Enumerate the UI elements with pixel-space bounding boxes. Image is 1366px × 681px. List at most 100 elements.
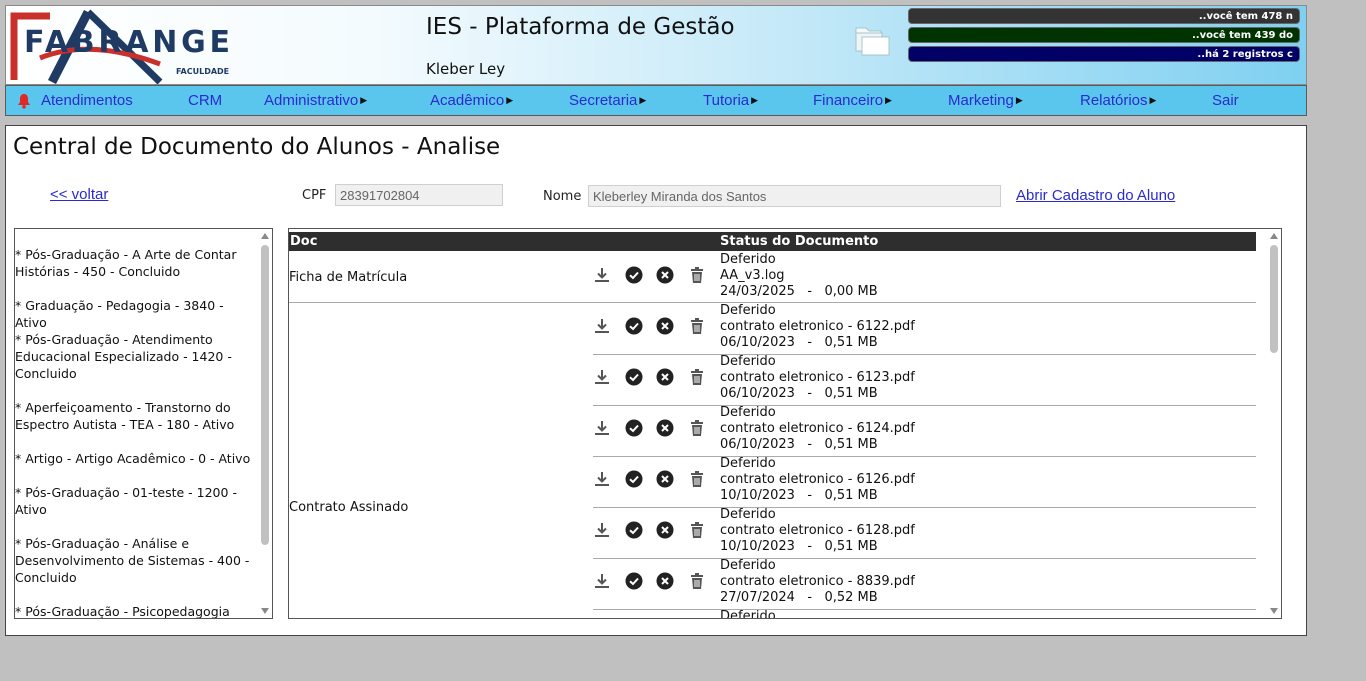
- reject-icon[interactable]: [656, 470, 674, 488]
- download-icon[interactable]: [593, 419, 611, 437]
- list-item[interactable]: * Pós-Graduação - A Arte de Contar Histó…: [15, 246, 259, 280]
- doc-type-ficha: Ficha de Matrícula: [289, 270, 408, 285]
- list-item[interactable]: * Pós-Graduação - Análise e Desenvolvime…: [15, 535, 259, 586]
- notice-documents[interactable]: ..você tem 439 do: [908, 27, 1300, 43]
- meta-separator: -: [794, 590, 825, 605]
- list-item[interactable]: * Pós-Graduação - 01-teste - 1200 - Ativ…: [15, 484, 259, 518]
- approve-icon[interactable]: [625, 419, 643, 437]
- list-item[interactable]: * Graduação - Pedagogia - 3840 - Ativo: [15, 297, 259, 331]
- page-title: Central de Documento do Alunos - Analise: [13, 134, 501, 160]
- trash-icon[interactable]: [688, 419, 706, 437]
- download-icon[interactable]: [593, 266, 611, 284]
- reject-icon[interactable]: [656, 266, 674, 284]
- reject-icon[interactable]: [656, 521, 674, 539]
- back-link[interactable]: << voltar: [50, 186, 108, 203]
- documents-scrollbar[interactable]: [1267, 229, 1281, 618]
- course-list-scrollbar[interactable]: [258, 229, 272, 618]
- document-status: Deferido: [720, 456, 776, 471]
- document-date: 06/10/2023: [720, 335, 795, 350]
- menu-relatorios[interactable]: Relatórios ▶: [1080, 92, 1156, 109]
- menu-secretaria[interactable]: Secretaria ▶: [569, 92, 646, 109]
- download-icon[interactable]: [593, 317, 611, 335]
- list-item[interactable]: * Pós-Graduação - Atendimento Educaciona…: [15, 331, 259, 382]
- folder-icon[interactable]: [854, 24, 890, 56]
- list-item[interactable]: * Aperfeiçoamento - Transtorno do Espect…: [15, 399, 259, 433]
- documents-table: Doc Status do Documento Ficha de Matrícu…: [288, 228, 1282, 619]
- chevron-right-icon: ▶: [1015, 95, 1023, 105]
- document-file[interactable]: contrato eletronico - 6124.pdf: [720, 421, 915, 437]
- table-row: Deferido AA_v3.log 24/03/2025 - 0,00 MB: [593, 252, 1256, 303]
- document-file[interactable]: contrato eletronico - 8839.pdf: [720, 574, 915, 590]
- trash-icon[interactable]: [688, 521, 706, 539]
- nome-label: Nome: [543, 189, 582, 204]
- document-status: Deferido: [720, 354, 776, 369]
- reject-icon[interactable]: [656, 419, 674, 437]
- chevron-right-icon: ▶: [1149, 95, 1157, 105]
- trash-icon[interactable]: [688, 266, 706, 284]
- document-file[interactable]: contrato eletronico - 6128.pdf: [720, 523, 915, 539]
- meta-separator: -: [794, 284, 825, 299]
- scroll-up-icon[interactable]: [1270, 233, 1278, 239]
- document-info: Deferido contrato eletronico - 6124.pdf 06…: [720, 405, 915, 453]
- trash-icon[interactable]: [688, 368, 706, 386]
- scroll-thumb[interactable]: [261, 245, 269, 545]
- menu-financeiro[interactable]: Financeiro ▶: [813, 92, 892, 109]
- table-row: Deferido contrato eletronico - 6128.pdf 10…: [593, 507, 1256, 558]
- document-meta: 10/10/2023 - 0,51 MB: [720, 488, 915, 504]
- document-size: 0,00 MB: [824, 284, 878, 299]
- menu-sair[interactable]: Sair: [1212, 92, 1239, 109]
- list-item[interactable]: * Artigo - Artigo Acadêmico - 0 - Ativo: [15, 450, 259, 467]
- approve-icon[interactable]: [625, 572, 643, 590]
- document-info: Deferido: [720, 609, 776, 618]
- chevron-right-icon: ▶: [885, 95, 892, 105]
- approve-icon[interactable]: [625, 266, 643, 284]
- nome-field[interactable]: [588, 185, 1001, 207]
- download-icon[interactable]: [593, 521, 611, 539]
- list-item[interactable]: * Pós-Graduação - Psicopedagogia: [15, 603, 259, 618]
- scroll-up-icon[interactable]: [261, 233, 269, 239]
- table-row: Deferido contrato eletronico - 8839.pdf 27…: [593, 558, 1256, 609]
- document-info: Deferido contrato eletronico - 6126.pdf 10…: [720, 456, 915, 504]
- menu-marketing[interactable]: Marketing ▶: [948, 92, 1023, 109]
- notice-messages[interactable]: ..você tem 478 n: [908, 8, 1300, 24]
- col-status: Status do Documento: [720, 234, 879, 249]
- download-icon[interactable]: [593, 572, 611, 590]
- document-info: Deferido contrato eletronico - 6123.pdf 06…: [720, 354, 915, 402]
- notifications: ..você tem 478 n ..você tem 439 do ..há …: [908, 8, 1300, 65]
- reject-icon[interactable]: [656, 317, 674, 335]
- document-info: Deferido AA_v3.log 24/03/2025 - 0,00 MB: [720, 252, 878, 300]
- scroll-down-icon[interactable]: [1270, 608, 1278, 614]
- menu-atendimentos[interactable]: Atendimentos: [41, 92, 133, 109]
- document-date: 27/07/2024: [720, 590, 795, 605]
- chevron-right-icon: ▶: [751, 95, 759, 105]
- document-file[interactable]: contrato eletronico - 6122.pdf: [720, 319, 915, 335]
- download-icon[interactable]: [593, 368, 611, 386]
- menu-tutoria[interactable]: Tutoria ▶: [703, 92, 758, 109]
- menu-crm[interactable]: CRM: [188, 92, 222, 109]
- trash-icon[interactable]: [688, 470, 706, 488]
- reject-icon[interactable]: [656, 368, 674, 386]
- scroll-thumb[interactable]: [1270, 245, 1278, 353]
- cpf-field[interactable]: [335, 184, 503, 206]
- trash-icon[interactable]: [688, 317, 706, 335]
- chevron-right-icon: ▶: [360, 95, 368, 105]
- document-file[interactable]: contrato eletronico - 6126.pdf: [720, 472, 915, 488]
- approve-icon[interactable]: [625, 521, 643, 539]
- trash-icon[interactable]: [688, 572, 706, 590]
- approve-icon[interactable]: [625, 368, 643, 386]
- download-icon[interactable]: [593, 470, 611, 488]
- course-list[interactable]: * Pós-Graduação - A Arte de Contar Histó…: [14, 228, 273, 619]
- notice-records[interactable]: ..há 2 registros c: [908, 46, 1300, 62]
- approve-icon[interactable]: [625, 470, 643, 488]
- menu-academico[interactable]: Acadêmico ▶: [430, 92, 513, 109]
- menu-administrativo[interactable]: Administrativo ▶: [264, 92, 367, 109]
- meta-separator: -: [794, 539, 825, 554]
- document-file[interactable]: contrato eletronico - 6123.pdf: [720, 370, 915, 386]
- document-status: Deferido: [720, 252, 776, 267]
- open-student-record-link[interactable]: Abrir Cadastro do Aluno: [1016, 187, 1175, 204]
- scroll-down-icon[interactable]: [261, 608, 269, 614]
- approve-icon[interactable]: [625, 317, 643, 335]
- document-size: 0,52 MB: [824, 590, 878, 605]
- document-file[interactable]: AA_v3.log: [720, 268, 878, 284]
- reject-icon[interactable]: [656, 572, 674, 590]
